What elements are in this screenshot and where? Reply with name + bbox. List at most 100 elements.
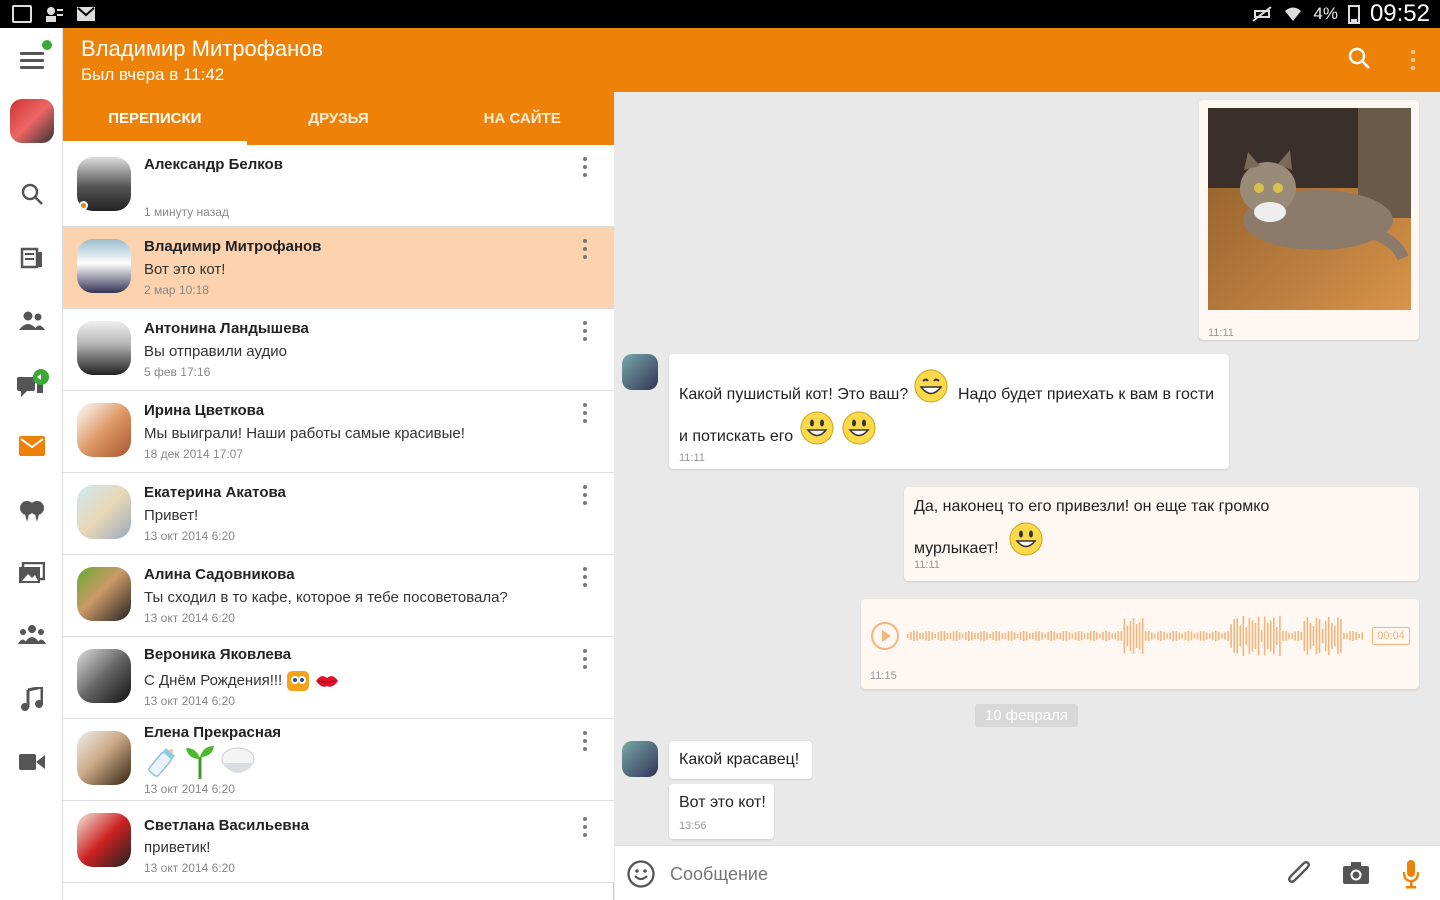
message-time: 13 окт 2014 6:20 [144, 782, 235, 796]
waveform-bar [1166, 633, 1168, 639]
waveform-bar [1169, 632, 1171, 640]
incoming-message[interactable]: Вот это кот! 13:56 [669, 784, 774, 839]
notifications-nav-button[interactable] [0, 490, 63, 530]
message-preview: Ты сходил в то кафе, которое я тебе посо… [144, 589, 508, 606]
contact-name: Антонина Ландышева [144, 320, 309, 337]
profile-button[interactable] [0, 98, 63, 144]
search-nav-button[interactable] [0, 174, 63, 214]
waveform-bar [1202, 631, 1205, 641]
message-time: 1 минуту назад [144, 205, 229, 219]
conversation-item[interactable]: Ирина Цветкова Мы выиграли! Наши работы … [63, 391, 614, 473]
battery-percent: 4% [1313, 4, 1338, 23]
conversation-item[interactable]: Елена Прекрасная 13 окт 2014 6:20 [63, 719, 614, 801]
audio-waveform[interactable] [907, 615, 1365, 657]
waveform-bar [1035, 631, 1037, 641]
friends-nav-button[interactable] [0, 301, 63, 341]
waveform-bar [980, 631, 982, 641]
waveform-bar [1343, 632, 1345, 640]
play-icon[interactable] [870, 621, 900, 651]
avatar [77, 321, 131, 375]
avatar[interactable] [622, 741, 658, 777]
more-options-icon[interactable] [583, 239, 589, 259]
more-options-icon[interactable] [583, 731, 589, 751]
avatar [77, 403, 131, 457]
message-input[interactable] [670, 864, 1270, 885]
message-text: Какой красавец! [679, 751, 800, 768]
friends-icon [18, 311, 45, 330]
waveform-bar [934, 633, 937, 639]
waveform-bar [955, 631, 958, 641]
waveform-bar [1269, 620, 1272, 652]
waveform-bar [1227, 631, 1229, 641]
waveform-bar [989, 633, 991, 639]
avatar [77, 731, 131, 785]
waveform-bar [1193, 633, 1196, 639]
tab-online[interactable]: НА САЙТЕ [430, 92, 614, 145]
wifi-icon [1285, 7, 1302, 21]
groups-nav-button[interactable] [0, 615, 63, 655]
menu-button[interactable] [0, 40, 63, 80]
search-icon[interactable] [1347, 46, 1371, 70]
video-nav-button[interactable] [0, 742, 63, 782]
photos-nav-button[interactable] [0, 553, 63, 593]
attach-icon[interactable] [1286, 860, 1312, 888]
photos-icon [18, 562, 45, 583]
incoming-message[interactable]: Какой красавец! [669, 741, 812, 779]
waveform-bar [977, 632, 979, 640]
contact-name[interactable]: Владимир Митрофанов [81, 36, 323, 62]
waveform-bar [1239, 625, 1242, 647]
waveform-bar [1135, 624, 1138, 648]
more-options-icon[interactable] [583, 321, 589, 341]
avatar[interactable] [622, 354, 658, 390]
cat-photo[interactable] [1208, 108, 1411, 310]
message-time: 13 окт 2014 6:20 [144, 529, 235, 543]
more-options-icon[interactable] [583, 649, 589, 669]
waveform-bar [1138, 622, 1141, 650]
camera-icon[interactable] [1342, 861, 1370, 885]
battery-icon [1347, 5, 1360, 24]
waveform-bar [1105, 631, 1107, 641]
waveform-bar [1056, 633, 1059, 639]
tab-friends[interactable]: ДРУЗЬЯ [247, 92, 431, 145]
waveform-bar [1096, 632, 1098, 640]
waveform-bar [992, 631, 994, 641]
conversation-item[interactable]: Вероника Яковлева С Днём Рождения!!! 13 … [63, 637, 614, 719]
avatar [77, 649, 131, 703]
contact-name: Владимир Митрофанов [144, 238, 322, 255]
microphone-icon[interactable] [1402, 859, 1420, 889]
tab-conversations[interactable]: ПЕРЕПИСКИ [63, 92, 247, 145]
emoji-picker-icon[interactable] [627, 860, 655, 888]
waveform-bar [1111, 633, 1113, 639]
conversation-item[interactable]: Антонина Ландышева Вы отправили аудио 5 … [63, 309, 614, 391]
more-options-icon[interactable] [583, 817, 589, 837]
conversation-item[interactable]: Владимир Митрофанов Вот это кот! 2 мар 1… [63, 227, 614, 309]
outgoing-message[interactable]: Да, наконец то его привезли! он еще так … [904, 487, 1419, 581]
more-options-icon[interactable] [583, 157, 589, 177]
waveform-bar [1117, 631, 1120, 641]
waveform-bar [1160, 631, 1162, 641]
more-options-icon[interactable] [1403, 48, 1423, 72]
music-note-icon [20, 687, 43, 711]
photo-message[interactable]: 11:11 [1199, 100, 1419, 340]
more-options-icon[interactable] [583, 567, 589, 587]
smiley-icon [1009, 522, 1043, 556]
conversation-item[interactable]: Алина Садовникова Ты сходил в то кафе, к… [63, 555, 614, 637]
incoming-message[interactable]: Какой пушистый кот! Это ваш? Надо будет … [669, 354, 1229, 469]
grinning-smiley-icon [914, 369, 948, 403]
music-nav-button[interactable] [0, 679, 63, 719]
discussions-nav-button[interactable] [0, 364, 63, 404]
waveform-bar [1276, 626, 1278, 646]
conversation-item[interactable]: Светлана Васильевна приветик! 13 окт 201… [63, 801, 614, 883]
events-icon [19, 501, 44, 522]
feed-nav-button[interactable] [0, 238, 63, 278]
more-options-icon[interactable] [583, 403, 589, 423]
messages-nav-button[interactable] [0, 426, 63, 466]
waveform-bar [1147, 631, 1150, 641]
message-time: 5 фев 17:16 [144, 365, 211, 379]
conversation-item[interactable]: Екатерина Акатова Привет! 13 окт 2014 6:… [63, 473, 614, 555]
waveform-bar [1334, 625, 1336, 647]
conversation-item[interactable]: Александр Белков 1 минуту назад [63, 145, 614, 227]
waveform-bar [1001, 633, 1004, 639]
waveform-bar [1065, 631, 1068, 641]
more-options-icon[interactable] [583, 485, 589, 505]
